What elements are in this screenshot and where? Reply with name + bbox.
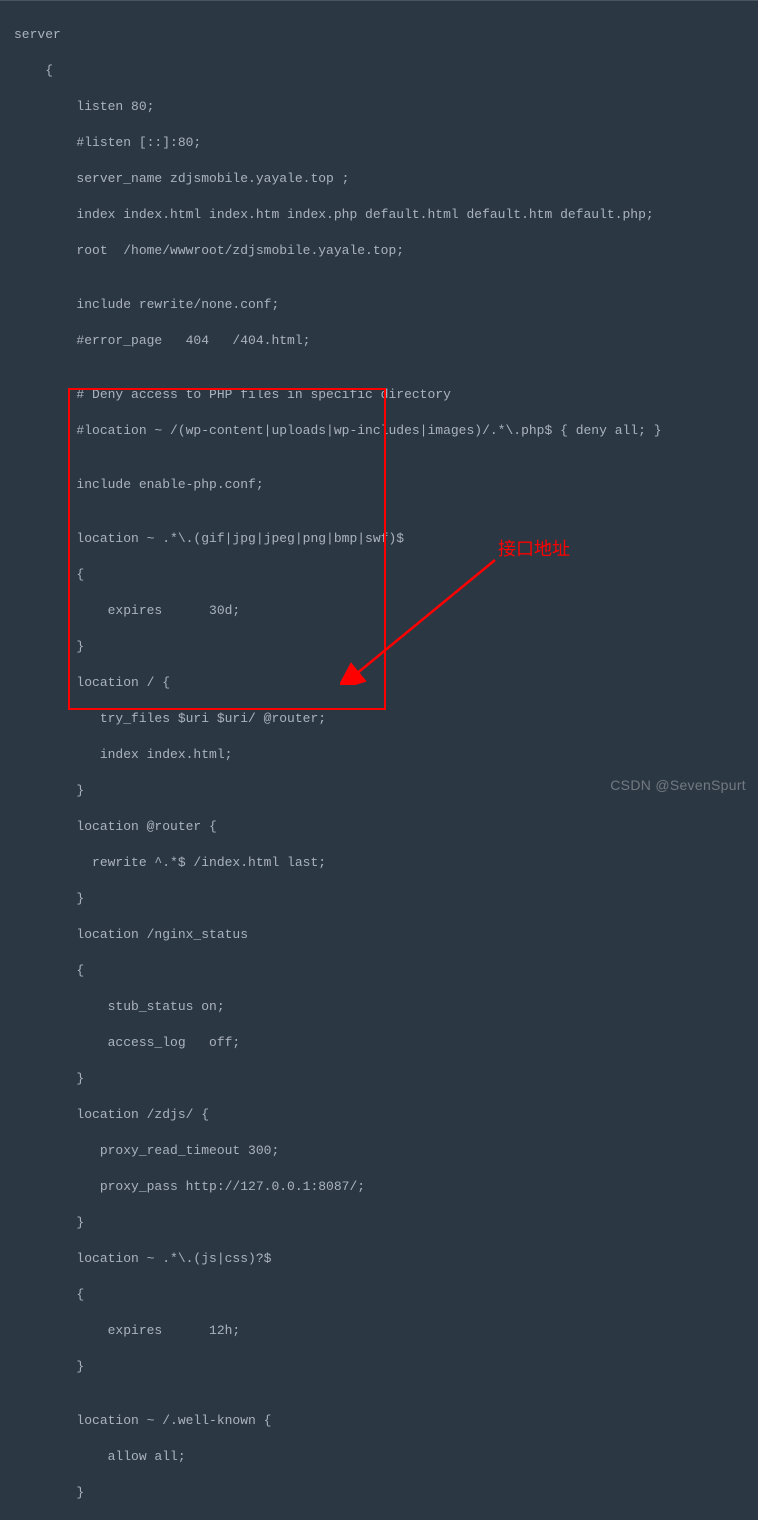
- code-line: server: [0, 26, 758, 44]
- code-line: }: [0, 1484, 758, 1502]
- code-line: }: [0, 1070, 758, 1088]
- code-line: location / {: [0, 674, 758, 692]
- code-line: location /zdjs/ {: [0, 1106, 758, 1124]
- watermark: CSDN @SevenSpurt: [610, 776, 746, 794]
- code-line: #error_page 404 /404.html;: [0, 332, 758, 350]
- code-line: }: [0, 638, 758, 656]
- code-line: index index.html index.htm index.php def…: [0, 206, 758, 224]
- code-line: expires 12h;: [0, 1322, 758, 1340]
- code-line: # Deny access to PHP files in specific d…: [0, 386, 758, 404]
- code-line: {: [0, 62, 758, 80]
- code-line: index index.html;: [0, 746, 758, 764]
- code-line: include enable-php.conf;: [0, 476, 758, 494]
- code-line: root /home/wwwroot/zdjsmobile.yayale.top…: [0, 242, 758, 260]
- code-line: location @router {: [0, 818, 758, 836]
- code-line: location ~ .*\.(gif|jpg|jpeg|png|bmp|swf…: [0, 530, 758, 548]
- code-line: include rewrite/none.conf;: [0, 296, 758, 314]
- code-line: rewrite ^.*$ /index.html last;: [0, 854, 758, 872]
- code-line: allow all;: [0, 1448, 758, 1466]
- code-line: expires 30d;: [0, 602, 758, 620]
- code-line: }: [0, 890, 758, 908]
- code-line: }: [0, 1358, 758, 1376]
- code-line: location ~ .*\.(js|css)?$: [0, 1250, 758, 1268]
- code-line: {: [0, 962, 758, 980]
- code-line: proxy_read_timeout 300;: [0, 1142, 758, 1160]
- code-line: location /nginx_status: [0, 926, 758, 944]
- code-line: #location ~ /(wp-content|uploads|wp-incl…: [0, 422, 758, 440]
- code-line: {: [0, 1286, 758, 1304]
- code-line: listen 80;: [0, 98, 758, 116]
- code-line: proxy_pass http://127.0.0.1:8087/;: [0, 1178, 758, 1196]
- code-line: try_files $uri $uri/ @router;: [0, 710, 758, 728]
- code-block: server { listen 80; #listen [::]:80; ser…: [0, 0, 758, 1520]
- code-line: access_log off;: [0, 1034, 758, 1052]
- code-line: stub_status on;: [0, 998, 758, 1016]
- code-line: #listen [::]:80;: [0, 134, 758, 152]
- code-line: }: [0, 1214, 758, 1232]
- code-line: {: [0, 566, 758, 584]
- code-line: location ~ /.well-known {: [0, 1412, 758, 1430]
- code-line: server_name zdjsmobile.yayale.top ;: [0, 170, 758, 188]
